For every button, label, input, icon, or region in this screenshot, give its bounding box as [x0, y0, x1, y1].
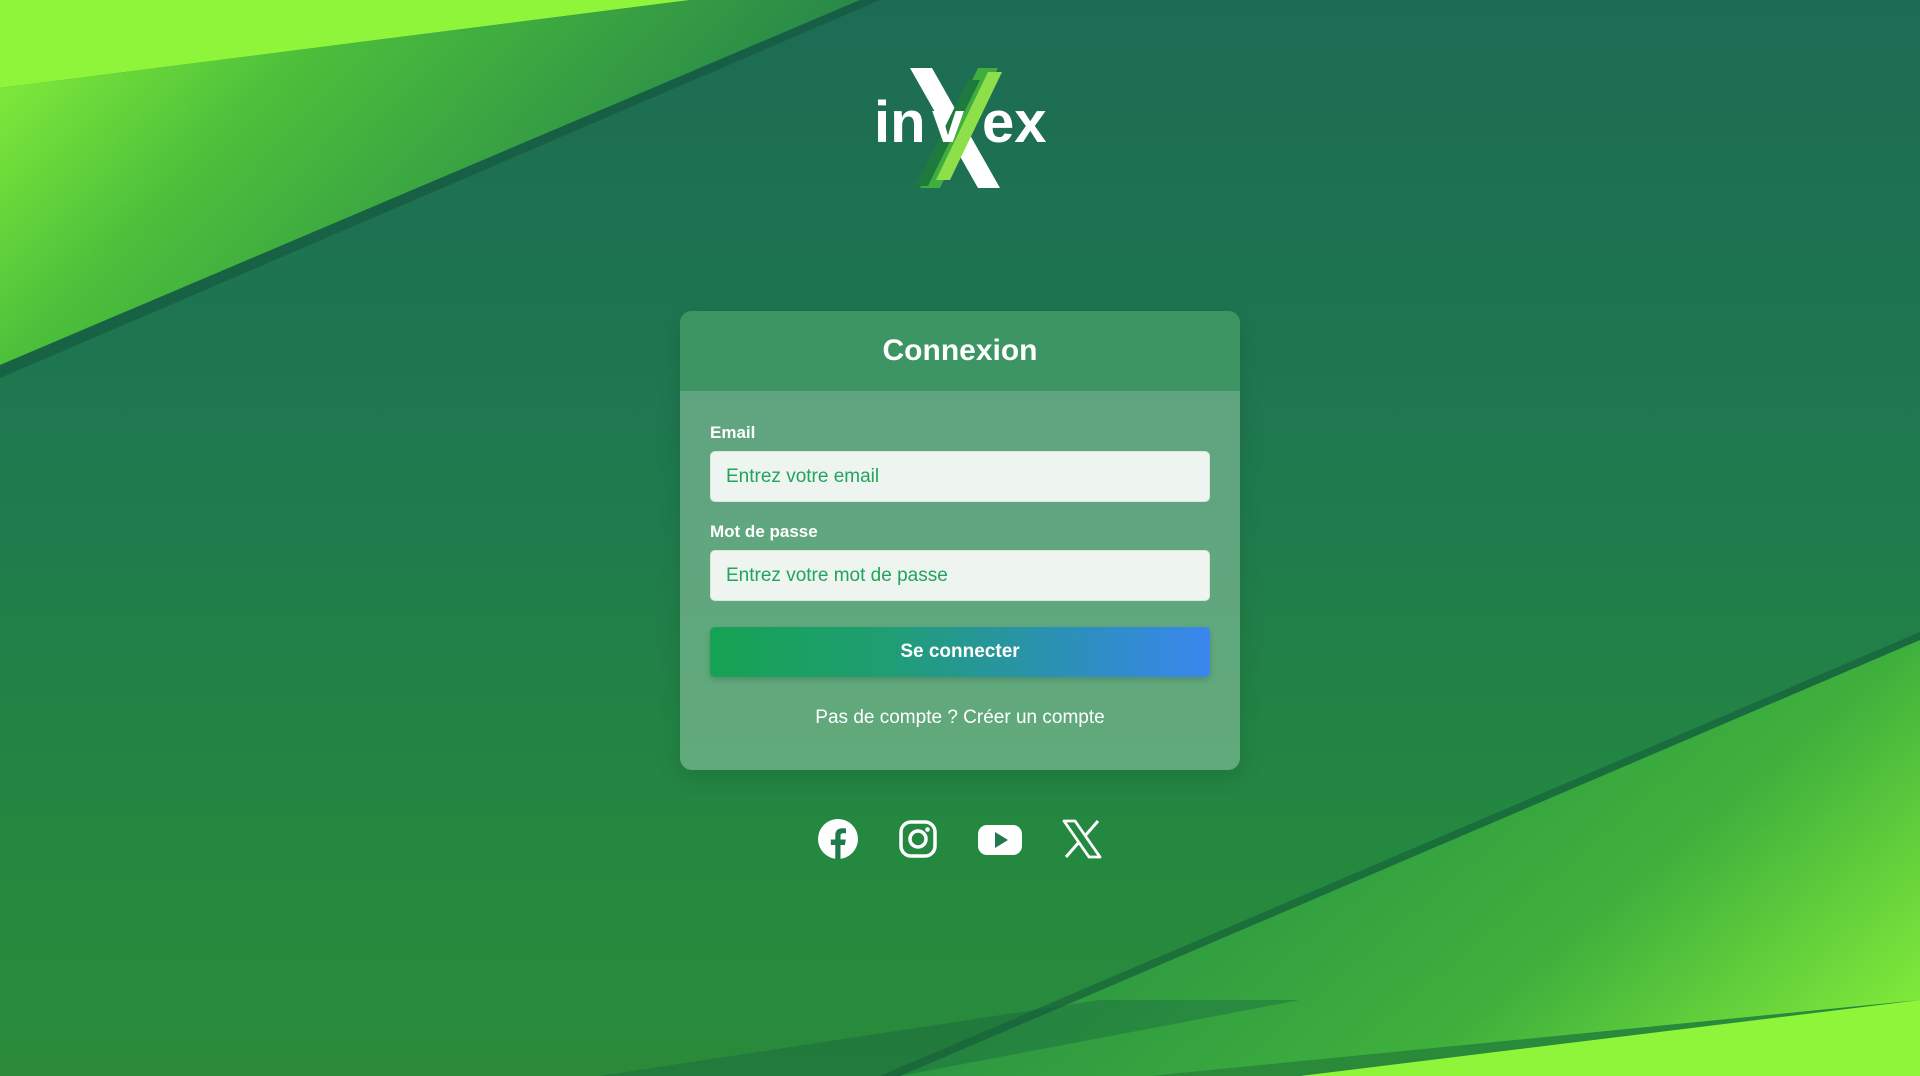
login-card: Connexion Email Mot de passe Se connecte… — [680, 311, 1240, 770]
svg-text:v: v — [932, 90, 964, 155]
password-field-group: Mot de passe — [710, 522, 1210, 601]
email-label: Email — [710, 423, 756, 442]
login-button[interactable]: Se connecter — [710, 627, 1210, 677]
facebook-icon[interactable] — [817, 818, 859, 860]
create-account-link[interactable]: Créer un compte — [963, 707, 1105, 728]
signup-prompt: Pas de compte ? Créer un compte — [710, 707, 1210, 729]
email-field-group: Email — [710, 423, 1210, 502]
instagram-icon[interactable] — [897, 818, 939, 860]
invex-logo: in ex v — [874, 68, 1047, 188]
youtube-icon[interactable] — [977, 818, 1023, 860]
svg-text:in: in — [874, 90, 926, 155]
email-field[interactable] — [710, 451, 1210, 502]
x-icon[interactable] — [1061, 818, 1103, 860]
login-card-header: Connexion — [680, 311, 1240, 391]
login-form: Email Mot de passe Se connecter Pas de c… — [680, 391, 1240, 729]
svg-text:ex: ex — [982, 90, 1047, 155]
login-title: Connexion — [882, 334, 1038, 367]
password-field[interactable] — [710, 550, 1210, 601]
signup-prefix: Pas de compte ? — [815, 707, 958, 728]
login-page: in ex v Connexion Email Mot de passe Se … — [0, 0, 1920, 1076]
social-links — [0, 818, 1920, 860]
password-label: Mot de passe — [710, 522, 818, 541]
